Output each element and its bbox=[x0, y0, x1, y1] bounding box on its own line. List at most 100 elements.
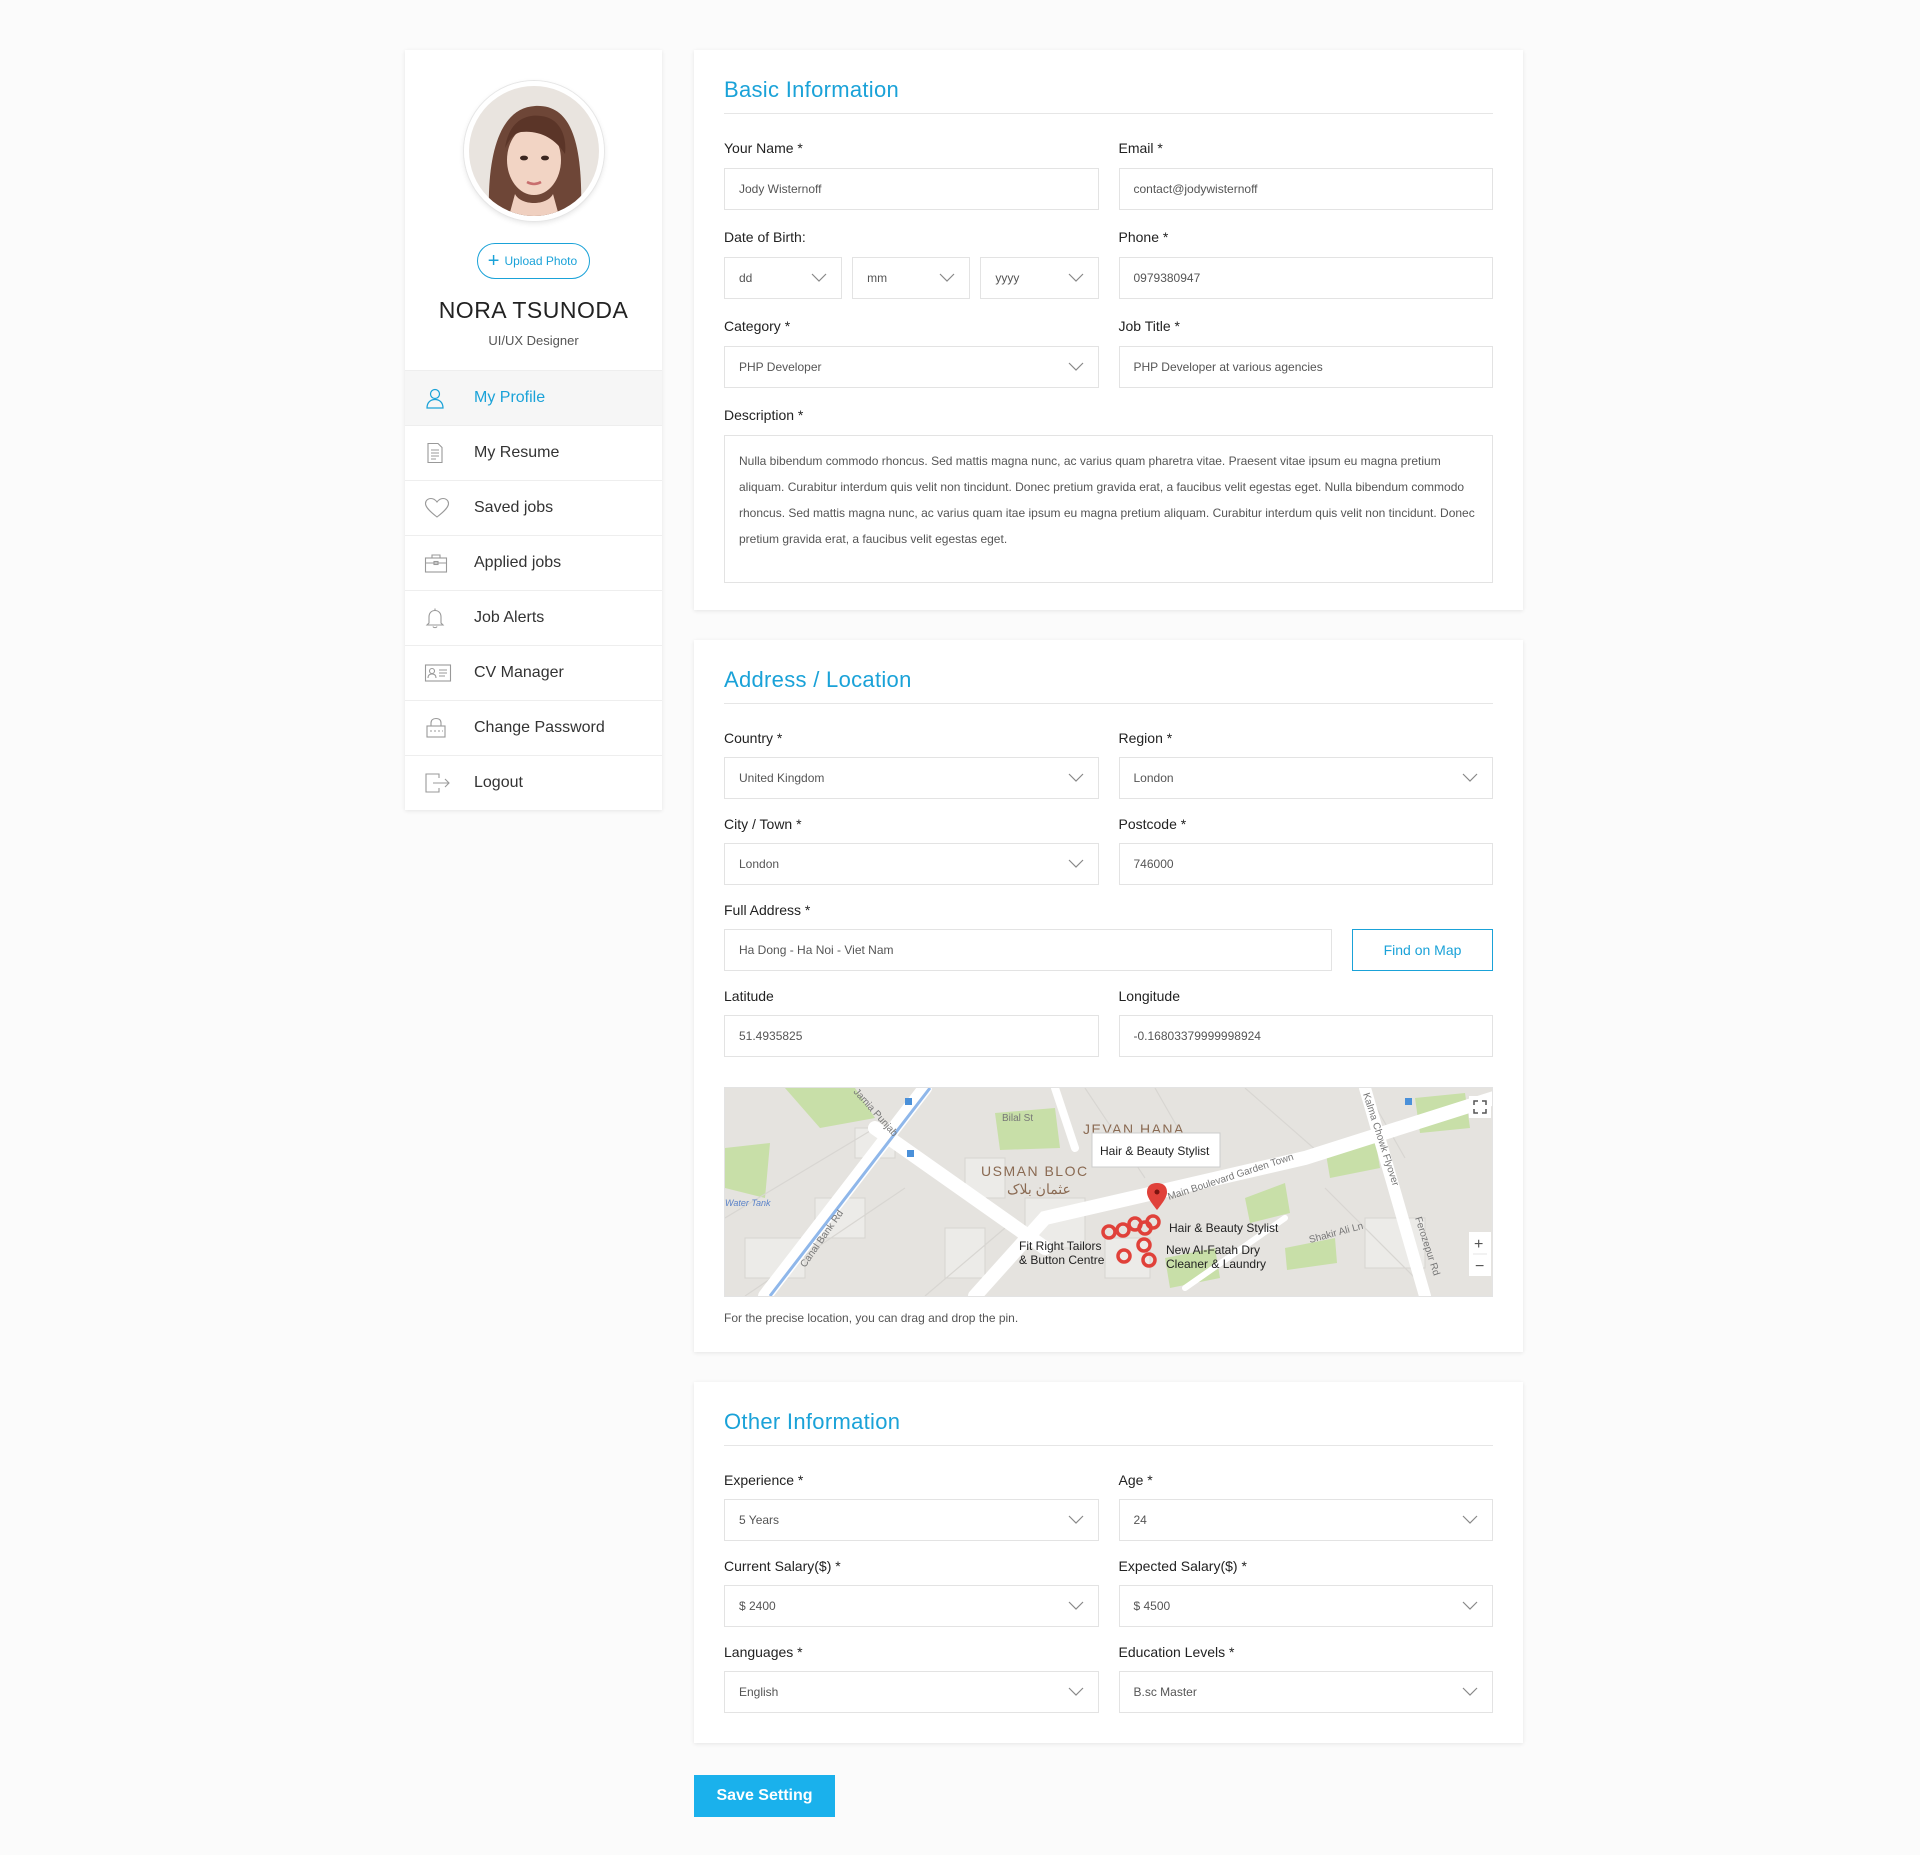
menu-label: Applied jobs bbox=[474, 554, 562, 571]
field-value: dd bbox=[739, 271, 753, 285]
region-select[interactable]: London bbox=[1118, 757, 1493, 799]
description-label: Description * bbox=[724, 407, 804, 423]
category-select[interactable]: PHP Developer bbox=[724, 346, 1099, 388]
menu-item-saved-jobs[interactable]: Saved jobs bbox=[405, 480, 662, 535]
field-value: B.sc Master bbox=[1133, 1685, 1197, 1699]
latitude-label: Latitude bbox=[724, 988, 774, 1004]
field-value: Jody Wisternoff bbox=[739, 182, 822, 196]
menu-item-change-password[interactable]: Change Password bbox=[405, 700, 662, 755]
menu-item-cv-manager[interactable]: CV Manager bbox=[405, 645, 662, 700]
menu-label: CV Manager bbox=[474, 664, 564, 681]
email-label: Email * bbox=[1118, 140, 1163, 156]
map-poi-3a: New Al-Fatah Dry bbox=[1166, 1243, 1260, 1257]
map-label-road-7: Bilal St bbox=[1002, 1113, 1033, 1124]
longitude-label: Longitude bbox=[1118, 988, 1181, 1004]
description-textarea[interactable]: Nulla bibendum commodo rhoncus. Sed matt… bbox=[724, 435, 1493, 583]
menu-item-logout[interactable]: Logout bbox=[405, 755, 662, 810]
expected-salary-label: Expected Salary($) * bbox=[1118, 1558, 1247, 1574]
education-select[interactable]: B.sc Master bbox=[1118, 1671, 1493, 1713]
profile-name: NORA TSUNODA bbox=[438, 297, 629, 323]
profile-header: + Upload Photo NORA TSUNODA UI/UX Design… bbox=[405, 50, 662, 370]
chevron-down-icon bbox=[1068, 859, 1083, 868]
map-label-area-2-urdu: عثمان بلاک bbox=[1007, 1181, 1071, 1197]
heart-icon bbox=[405, 497, 474, 519]
dob-day-select[interactable]: dd bbox=[724, 257, 843, 299]
category-label: Category * bbox=[724, 318, 791, 334]
profile-role: UI/UX Designer bbox=[488, 333, 579, 348]
your-name-label: Your Name * bbox=[724, 140, 803, 156]
age-label: Age * bbox=[1118, 1472, 1153, 1488]
full-address-label: Full Address * bbox=[724, 902, 811, 918]
languages-select[interactable]: English bbox=[724, 1671, 1099, 1713]
menu-label: My Resume bbox=[474, 444, 560, 461]
field-value: mm bbox=[867, 271, 888, 285]
field-value: PHP Developer at various agencies bbox=[1133, 360, 1323, 374]
menu-item-my-resume[interactable]: My Resume bbox=[405, 425, 662, 480]
chevron-down-icon bbox=[1068, 1515, 1083, 1524]
map-poi-1: Hair & Beauty Stylist bbox=[1169, 1221, 1279, 1235]
field-value: London bbox=[1133, 771, 1174, 785]
save-setting-button[interactable]: Save Setting bbox=[694, 1775, 835, 1817]
full-address-input[interactable]: Ha Dong - Ha Noi - Viet Nam bbox=[724, 929, 1332, 971]
field-value: yyyy bbox=[995, 271, 1020, 285]
job-title-input[interactable]: PHP Developer at various agencies bbox=[1118, 346, 1493, 388]
longitude-input[interactable]: -0.16803379999998924 bbox=[1118, 1015, 1493, 1057]
email-input[interactable]: contact@jodywisternoff bbox=[1118, 168, 1493, 210]
menu-label: Job Alerts bbox=[474, 609, 545, 626]
field-value: -0.16803379999998924 bbox=[1133, 1029, 1261, 1043]
experience-select[interactable]: 5 Years bbox=[724, 1499, 1099, 1541]
phone-label: Phone * bbox=[1118, 229, 1169, 245]
field-value: PHP Developer bbox=[739, 360, 822, 374]
menu-item-my-profile[interactable]: My Profile bbox=[405, 370, 662, 425]
chevron-down-icon bbox=[939, 273, 955, 282]
country-select[interactable]: United Kingdom bbox=[724, 757, 1099, 799]
education-label: Education Levels * bbox=[1118, 1644, 1235, 1660]
menu-item-job-alerts[interactable]: Job Alerts bbox=[405, 590, 662, 645]
chevron-down-icon bbox=[1462, 773, 1478, 782]
dob-month-select[interactable]: mm bbox=[852, 257, 971, 299]
field-value: Ha Dong - Ha Noi - Viet Nam bbox=[739, 943, 894, 957]
field-value: United Kingdom bbox=[739, 771, 825, 785]
section-title: Address / Location bbox=[724, 640, 1493, 704]
city-select[interactable]: London bbox=[724, 843, 1099, 885]
avatar bbox=[463, 81, 604, 221]
map-poi-2a: Fit Right Tailors bbox=[1019, 1239, 1101, 1253]
dob-group: dd mm yyyy bbox=[724, 257, 1099, 299]
field-value: $ 4500 bbox=[1133, 1599, 1171, 1613]
postcode-input[interactable]: 746000 bbox=[1118, 843, 1493, 885]
field-value: 746000 bbox=[1133, 857, 1174, 871]
country-label: Country * bbox=[724, 730, 783, 746]
chevron-down-icon bbox=[1068, 1601, 1083, 1610]
field-value: $ 2400 bbox=[739, 1599, 776, 1613]
current-salary-select[interactable]: $ 2400 bbox=[724, 1585, 1099, 1627]
upload-photo-button[interactable]: + Upload Photo bbox=[476, 243, 591, 279]
field-value: Nulla bibendum commodo rhoncus. Sed matt… bbox=[739, 454, 1475, 546]
location-map[interactable]: JEVAN HANA USMAN BLOC عثمان بلاک Water T… bbox=[724, 1087, 1493, 1297]
languages-label: Languages * bbox=[724, 1644, 803, 1660]
dob-year-select[interactable]: yyyy bbox=[980, 257, 1099, 299]
zoom-controls: + − bbox=[1469, 1232, 1491, 1276]
address-location-panel: Address / Location Country * United King… bbox=[694, 640, 1523, 1352]
user-icon bbox=[405, 387, 474, 409]
latitude-input[interactable]: 51.4935825 bbox=[724, 1015, 1099, 1057]
chevron-down-icon bbox=[1462, 1687, 1478, 1696]
region-label: Region * bbox=[1118, 730, 1173, 746]
menu-item-applied-jobs[interactable]: Applied jobs bbox=[405, 535, 662, 590]
field-value: 5 Years bbox=[739, 1513, 780, 1527]
your-name-input[interactable]: Jody Wisternoff bbox=[724, 168, 1099, 210]
menu-label: Logout bbox=[474, 774, 523, 791]
chevron-down-icon bbox=[1068, 362, 1083, 371]
field-value: contact@jodywisternoff bbox=[1133, 182, 1258, 196]
menu-label: Saved jobs bbox=[474, 499, 554, 516]
field-value: 0979380947 bbox=[1133, 271, 1201, 285]
age-select[interactable]: 24 bbox=[1118, 1499, 1493, 1541]
field-value: 51.4935825 bbox=[739, 1029, 803, 1043]
chevron-down-icon bbox=[1068, 273, 1083, 282]
city-label: City / Town * bbox=[724, 816, 802, 832]
job-title-label: Job Title * bbox=[1118, 318, 1180, 334]
expected-salary-select[interactable]: $ 4500 bbox=[1118, 1585, 1493, 1627]
zoom-in-icon: + bbox=[1474, 1236, 1483, 1253]
find-on-map-button[interactable]: Find on Map bbox=[1352, 929, 1493, 971]
phone-input[interactable]: 0979380947 bbox=[1118, 257, 1493, 299]
plus-icon: + bbox=[487, 250, 500, 272]
